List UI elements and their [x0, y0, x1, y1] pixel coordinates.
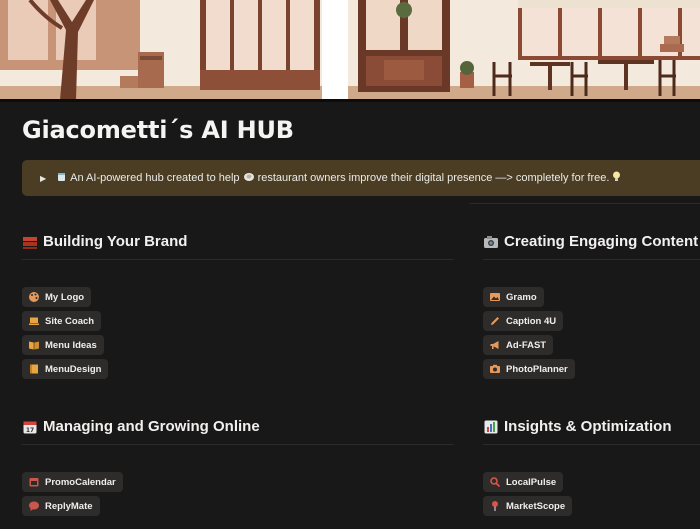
chip-label: Menu Ideas	[45, 339, 97, 351]
notebook-icon	[28, 363, 40, 375]
callout-text-b: restaurant owners improve their digital …	[257, 172, 610, 184]
plate-icon	[243, 171, 255, 185]
ad-fast-link[interactable]: Ad-FAST	[483, 335, 554, 355]
image-icon	[489, 291, 501, 303]
banner-bottom-edge	[0, 99, 700, 102]
section-title-text: Managing and Growing Online	[43, 418, 260, 435]
chip-label: Ad-FAST	[506, 339, 547, 351]
book-icon	[28, 339, 40, 351]
divider	[470, 203, 700, 204]
section-heading-insights: Insights & Optimization	[483, 418, 672, 435]
photo-planner-link[interactable]: PhotoPlanner	[483, 359, 575, 379]
reply-mate-link[interactable]: ReplyMate	[22, 496, 100, 516]
section-heading-content: Creating Engaging Content	[483, 233, 698, 250]
section-title-text: Creating Engaging Content	[504, 233, 699, 250]
camera-icon	[489, 363, 501, 375]
chip-label: Caption 4U	[506, 315, 557, 327]
chip-label: LocalPulse	[506, 476, 557, 488]
bricks-icon	[22, 234, 38, 250]
site-coach-link[interactable]: Site Coach	[22, 311, 102, 331]
my-logo-link[interactable]: My Logo	[22, 287, 92, 307]
cover-banner	[0, 0, 700, 102]
restaurant-illustration	[0, 0, 700, 100]
chip-label: PhotoPlanner	[506, 363, 568, 375]
callout-text-a: An AI-powered hub created to help	[70, 172, 240, 184]
megaphone-icon	[489, 339, 501, 351]
section-heading-online: 17 Managing and Growing Online	[22, 418, 260, 435]
section-title-text: Building Your Brand	[43, 233, 188, 250]
magnifier-icon	[489, 476, 501, 488]
chip-label: Site Coach	[45, 315, 95, 327]
palette-icon	[28, 291, 40, 303]
chip-label: MenuDesign	[45, 363, 102, 375]
chip-label: MarketScope	[506, 500, 566, 512]
speech-bubble-icon	[28, 500, 40, 512]
calendar-icon	[28, 476, 40, 488]
chip-label: PromoCalendar	[45, 476, 116, 488]
svg-text:17: 17	[26, 427, 34, 434]
chip-label: My Logo	[45, 291, 85, 303]
divider	[483, 259, 700, 260]
page-title: Giacometti´s AI HUB	[22, 116, 294, 144]
lightbulb-icon	[612, 171, 621, 185]
camera-icon	[483, 234, 499, 250]
chip-label: Gramo	[506, 291, 537, 303]
laptop-icon	[28, 315, 40, 327]
section-title-text: Insights & Optimization	[504, 418, 672, 435]
section-heading-brand: Building Your Brand	[22, 233, 187, 250]
market-scope-link[interactable]: MarketScope	[483, 496, 573, 516]
caption-4u-link[interactable]: Caption 4U	[483, 311, 564, 331]
menu-ideas-link[interactable]: Menu Ideas	[22, 335, 104, 355]
menu-design-link[interactable]: MenuDesign	[22, 359, 109, 379]
divider	[22, 444, 454, 445]
gramo-link[interactable]: Gramo	[483, 287, 544, 307]
promo-calendar-link[interactable]: PromoCalendar	[22, 472, 123, 492]
local-pulse-link[interactable]: LocalPulse	[483, 472, 564, 492]
cup-icon	[56, 171, 67, 185]
calendar-icon: 17	[22, 419, 38, 435]
pin-icon	[489, 500, 501, 512]
divider	[483, 444, 700, 445]
callout-toggle[interactable]: ▶ An AI-powered hub created to help rest…	[22, 160, 700, 196]
pencil-icon	[489, 315, 501, 327]
divider	[22, 259, 454, 260]
bar-chart-icon	[483, 419, 499, 435]
chip-label: ReplyMate	[45, 500, 93, 512]
toggle-triangle-icon[interactable]: ▶	[40, 174, 46, 183]
